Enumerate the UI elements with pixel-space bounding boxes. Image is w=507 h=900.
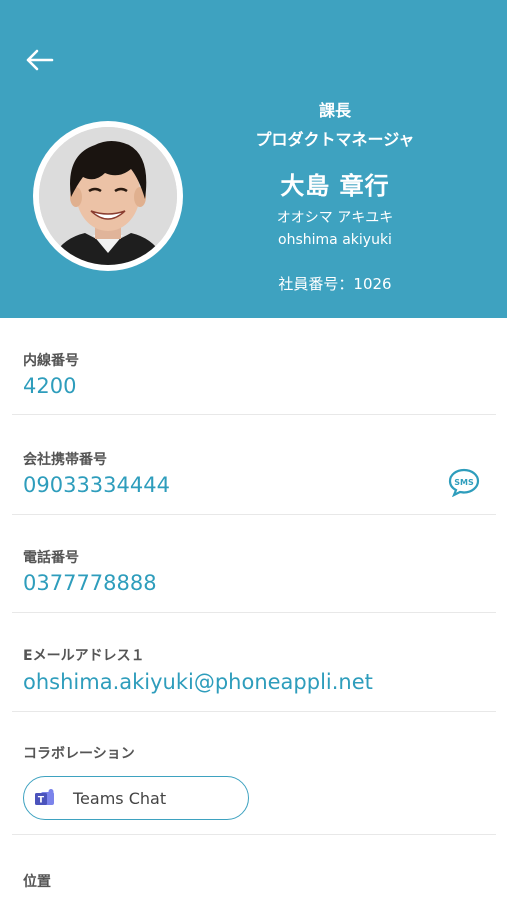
position-title: 課長 — [318, 101, 351, 120]
location-field: 位置 — [12, 835, 496, 900]
extension-label: 内線番号 — [23, 353, 79, 369]
arrow-left-icon — [26, 49, 54, 71]
teams-chat-label: Teams Chat — [73, 788, 167, 808]
email-label: Eメールアドレス１ — [23, 648, 145, 664]
extension-field: 内線番号 4200 — [12, 318, 496, 415]
sms-icon: SMS — [448, 468, 480, 498]
svg-text:SMS: SMS — [454, 478, 474, 487]
job-title: プロダクトマネージャ — [255, 130, 415, 149]
person-photo — [39, 127, 177, 265]
person-name-kana: オオシマ アキユキ — [276, 210, 394, 226]
sms-button[interactable]: SMS — [448, 467, 480, 498]
person-name-roman: ohshima akiyuki — [278, 232, 392, 248]
profile-header: 課長 プロダクトマネージャ 大島 章行 オオシマ アキユキ ohshima ak… — [0, 0, 507, 318]
back-button[interactable] — [20, 42, 58, 78]
phone-field: 電話番号 0377778888 — [12, 515, 496, 613]
mobile-label: 会社携帯番号 — [23, 452, 107, 468]
teams-chat-button[interactable]: T Teams Chat — [23, 776, 249, 820]
email-field: Eメールアドレス１ ohshima.akiyuki@phoneappli.net — [12, 613, 496, 712]
collaboration-label: コラボレーション — [23, 746, 135, 762]
mobile-value[interactable]: 09033334444 — [23, 473, 170, 497]
mobile-field: 会社携帯番号 09033334444 SMS — [12, 415, 496, 515]
avatar — [39, 127, 177, 265]
employee-number: 社員番号：1026 — [278, 275, 392, 293]
avatar-frame — [33, 121, 183, 271]
teams-icon: T — [35, 789, 54, 806]
phone-label: 電話番号 — [23, 550, 79, 566]
email-value[interactable]: ohshima.akiyuki@phoneappli.net — [23, 670, 373, 694]
location-label: 位置 — [23, 874, 51, 890]
person-name: 大島 章行 — [280, 172, 390, 200]
phone-value[interactable]: 0377778888 — [23, 571, 157, 595]
extension-value[interactable]: 4200 — [23, 374, 76, 398]
svg-text:T: T — [38, 796, 45, 806]
